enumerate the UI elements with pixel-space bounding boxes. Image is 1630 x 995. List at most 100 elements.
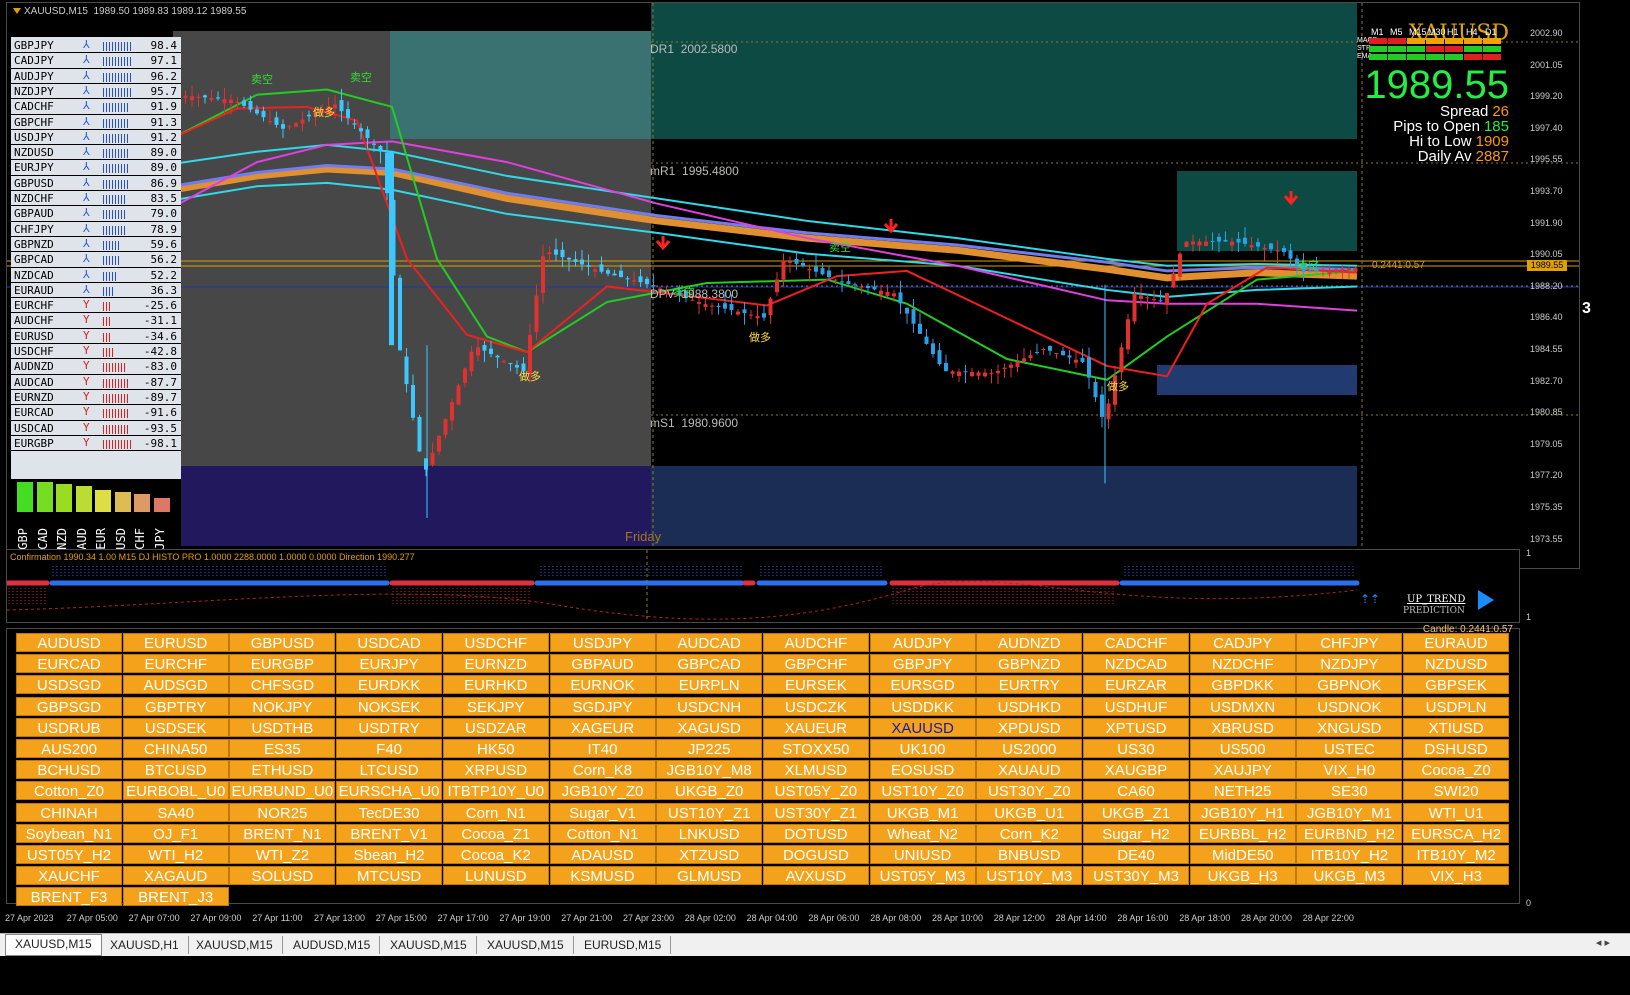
symbol-button-audusd[interactable]: AUDUSD (16, 633, 122, 652)
symbol-button-usdhkd[interactable]: USDHKD (976, 696, 1083, 716)
chart-tab[interactable]: XAUUSD,H1 (101, 936, 189, 954)
symbol-button-de40[interactable]: DE40 (1083, 845, 1189, 864)
symbol-button-ukgb_z0[interactable]: UKGB_Z0 (656, 781, 763, 801)
symbol-button-ukgb_h3[interactable]: UKGB_H3 (1189, 866, 1296, 886)
symbol-button-ukgb_u1[interactable]: UKGB_U1 (976, 802, 1083, 822)
symbol-button-xtzusd[interactable]: XTZUSD (656, 845, 763, 864)
symbol-button-nokjpy[interactable]: NOKJPY (229, 696, 336, 716)
symbol-button-xaueur[interactable]: XAUEUR (762, 717, 869, 737)
symbol-button-hk50[interactable]: HK50 (442, 739, 549, 758)
symbol-button-bnbusd[interactable]: BNBUSD (976, 845, 1083, 864)
symbol-button-itb10y_h2[interactable]: ITB10Y_H2 (1296, 845, 1403, 864)
main-chart[interactable]: 卖空 卖空 做多 做多 做多 卖空 卖空 做多 卖空 XAUUSD,M15 1989.50 19… (6, 2, 1580, 569)
symbol-button-ust30y_z0[interactable]: UST30Y_Z0 (976, 781, 1083, 801)
symbol-button-soybean_n1[interactable]: Soybean_N1 (16, 823, 122, 843)
symbol-button-gbpaud[interactable]: GBPAUD (549, 654, 656, 674)
chart-tab[interactable]: EURUSD,M15 (575, 936, 672, 954)
symbol-button-eurbnd_h2[interactable]: EURBND_H2 (1296, 823, 1403, 843)
symbol-button-nzdcad[interactable]: NZDCAD (1083, 654, 1189, 674)
symbol-button-eurbund_u0[interactable]: EURBUND_U0 (229, 781, 336, 801)
symbol-button-gbptry[interactable]: GBPTRY (122, 696, 229, 716)
symbol-button-wti_z2[interactable]: WTI_Z2 (229, 845, 336, 864)
symbol-button-gbpsek[interactable]: GBPSEK (1403, 675, 1510, 695)
symbol-button-btcusd[interactable]: BTCUSD (122, 760, 229, 780)
symbol-button-ukgb_m1[interactable]: UKGB_M1 (869, 802, 976, 822)
symbol-button-cadchf[interactable]: CADCHF (1083, 633, 1189, 652)
symbol-button-sugar_h2[interactable]: Sugar_H2 (1083, 823, 1189, 843)
chart-tab[interactable]: AUDUSD,M15 (284, 936, 381, 954)
symbol-button-lnkusd[interactable]: LNKUSD (656, 823, 763, 843)
symbol-button-eurhkd[interactable]: EURHKD (442, 675, 549, 695)
symbol-button-xauaud[interactable]: XAUAUD (976, 760, 1083, 780)
symbol-button-usdsek[interactable]: USDSEK (122, 717, 229, 737)
symbol-button-uniusd[interactable]: UNIUSD (869, 845, 976, 864)
symbol-button-jgb10y_m8[interactable]: JGB10Y_M8 (656, 760, 763, 780)
symbol-button-wheat_n2[interactable]: Wheat_N2 (869, 823, 976, 843)
symbol-button-neth25[interactable]: NETH25 (1189, 781, 1296, 801)
symbol-button-bchusd[interactable]: BCHUSD (16, 760, 122, 780)
symbol-button-eurbbl_h2[interactable]: EURBBL_H2 (1189, 823, 1296, 843)
symbol-button-gbpnzd[interactable]: GBPNZD (976, 654, 1083, 674)
symbol-button-audjpy[interactable]: AUDJPY (869, 633, 976, 652)
symbol-button-eurbobl_u0[interactable]: EURBOBL_U0 (122, 781, 229, 801)
symbol-button-nor25[interactable]: NOR25 (229, 802, 336, 822)
symbol-button-adausd[interactable]: ADAUSD (549, 845, 656, 864)
symbol-button-brent_f3[interactable]: BRENT_F3 (16, 887, 122, 907)
symbol-button-eurnok[interactable]: EURNOK (549, 675, 656, 695)
symbol-button-eurjpy[interactable]: EURJPY (336, 654, 443, 674)
symbol-button-gbpnok[interactable]: GBPNOK (1296, 675, 1403, 695)
symbol-button-brent_j3[interactable]: BRENT_J3 (122, 887, 229, 907)
symbol-button-itbtp10y_u0[interactable]: ITBTP10Y_U0 (442, 781, 549, 801)
symbol-button-nzdusd[interactable]: NZDUSD (1403, 654, 1510, 674)
symbol-button-cotton_n1[interactable]: Cotton_N1 (549, 823, 656, 843)
symbol-button-eurnzd[interactable]: EURNZD (442, 654, 549, 674)
symbol-button-eurscha_u0[interactable]: EURSCHA_U0 (336, 781, 443, 801)
symbol-button-eurzar[interactable]: EURZAR (1083, 675, 1189, 695)
symbol-button-audsgd[interactable]: AUDSGD (122, 675, 229, 695)
symbol-button-eurtry[interactable]: EURTRY (976, 675, 1083, 695)
symbol-button-uk100[interactable]: UK100 (869, 739, 976, 758)
symbol-button-xbrusd[interactable]: XBRUSD (1189, 717, 1296, 737)
symbol-button-dogusd[interactable]: DOGUSD (762, 845, 869, 864)
symbol-button-us500[interactable]: US500 (1189, 739, 1296, 758)
symbol-button-jgb10y_m1[interactable]: JGB10Y_M1 (1296, 802, 1403, 822)
symbol-button-eursgd[interactable]: EURSGD (869, 675, 976, 695)
symbol-button-eurpln[interactable]: EURPLN (656, 675, 763, 695)
symbol-button-eursca_h2[interactable]: EURSCA_H2 (1403, 823, 1510, 843)
symbol-button-chfsgd[interactable]: CHFSGD (229, 675, 336, 695)
symbol-button-chinah[interactable]: CHINAH (16, 802, 122, 822)
symbol-button-audnzd[interactable]: AUDNZD (976, 633, 1083, 652)
symbol-button-cotton_z0[interactable]: Cotton_Z0 (16, 781, 122, 801)
symbol-button-usdnok[interactable]: USDNOK (1296, 696, 1403, 716)
symbol-button-usdpln[interactable]: USDPLN (1403, 696, 1510, 716)
symbol-button-ust10y_z1[interactable]: UST10Y_Z1 (656, 802, 763, 822)
symbol-button-ukgb_z1[interactable]: UKGB_Z1 (1083, 802, 1189, 822)
symbol-button-eurgbp[interactable]: EURGBP (229, 654, 336, 674)
symbol-button-it40[interactable]: IT40 (549, 739, 656, 758)
symbol-button-ltcusd[interactable]: LTCUSD (336, 760, 443, 780)
symbol-button-avxusd[interactable]: AVXUSD (762, 866, 869, 886)
symbol-button-euraud[interactable]: EURAUD (1403, 633, 1510, 652)
symbol-button-dotusd[interactable]: DOTUSD (762, 823, 869, 843)
symbol-button-usdjpy[interactable]: USDJPY (549, 633, 656, 652)
symbol-button-xptusd[interactable]: XPTUSD (1083, 717, 1189, 737)
symbol-button-xlmusd[interactable]: XLMUSD (762, 760, 869, 780)
chart-tab[interactable]: XAUUSD,M15 (478, 936, 574, 954)
symbol-button-es35[interactable]: ES35 (229, 739, 336, 758)
symbol-button-xngusd[interactable]: XNGUSD (1296, 717, 1403, 737)
histogram-subwindow[interactable]: Confirmation 1990.34 1.00 M15 DJ HISTO P… (6, 549, 1520, 623)
symbol-button-corn_k2[interactable]: Corn_K2 (976, 823, 1083, 843)
symbol-button-ust05y_z0[interactable]: UST05Y_Z0 (762, 781, 869, 801)
symbol-button-se30[interactable]: SE30 (1296, 781, 1403, 801)
symbol-button-ethusd[interactable]: ETHUSD (229, 760, 336, 780)
symbol-button-xrpusd[interactable]: XRPUSD (442, 760, 549, 780)
symbol-button-f40[interactable]: F40 (336, 739, 443, 758)
symbol-button-wti_u1[interactable]: WTI_U1 (1403, 802, 1510, 822)
symbol-button-audchf[interactable]: AUDCHF (762, 633, 869, 652)
symbol-button-ust30y_z1[interactable]: UST30Y_Z1 (762, 802, 869, 822)
symbol-button-oj_f1[interactable]: OJ_F1 (122, 823, 229, 843)
symbol-button-ust05y_m3[interactable]: UST05Y_M3 (869, 866, 976, 886)
symbol-button-sugar_v1[interactable]: Sugar_V1 (549, 802, 656, 822)
symbol-button-eurcad[interactable]: EURCAD (16, 654, 122, 674)
play-icon[interactable] (1478, 590, 1494, 610)
